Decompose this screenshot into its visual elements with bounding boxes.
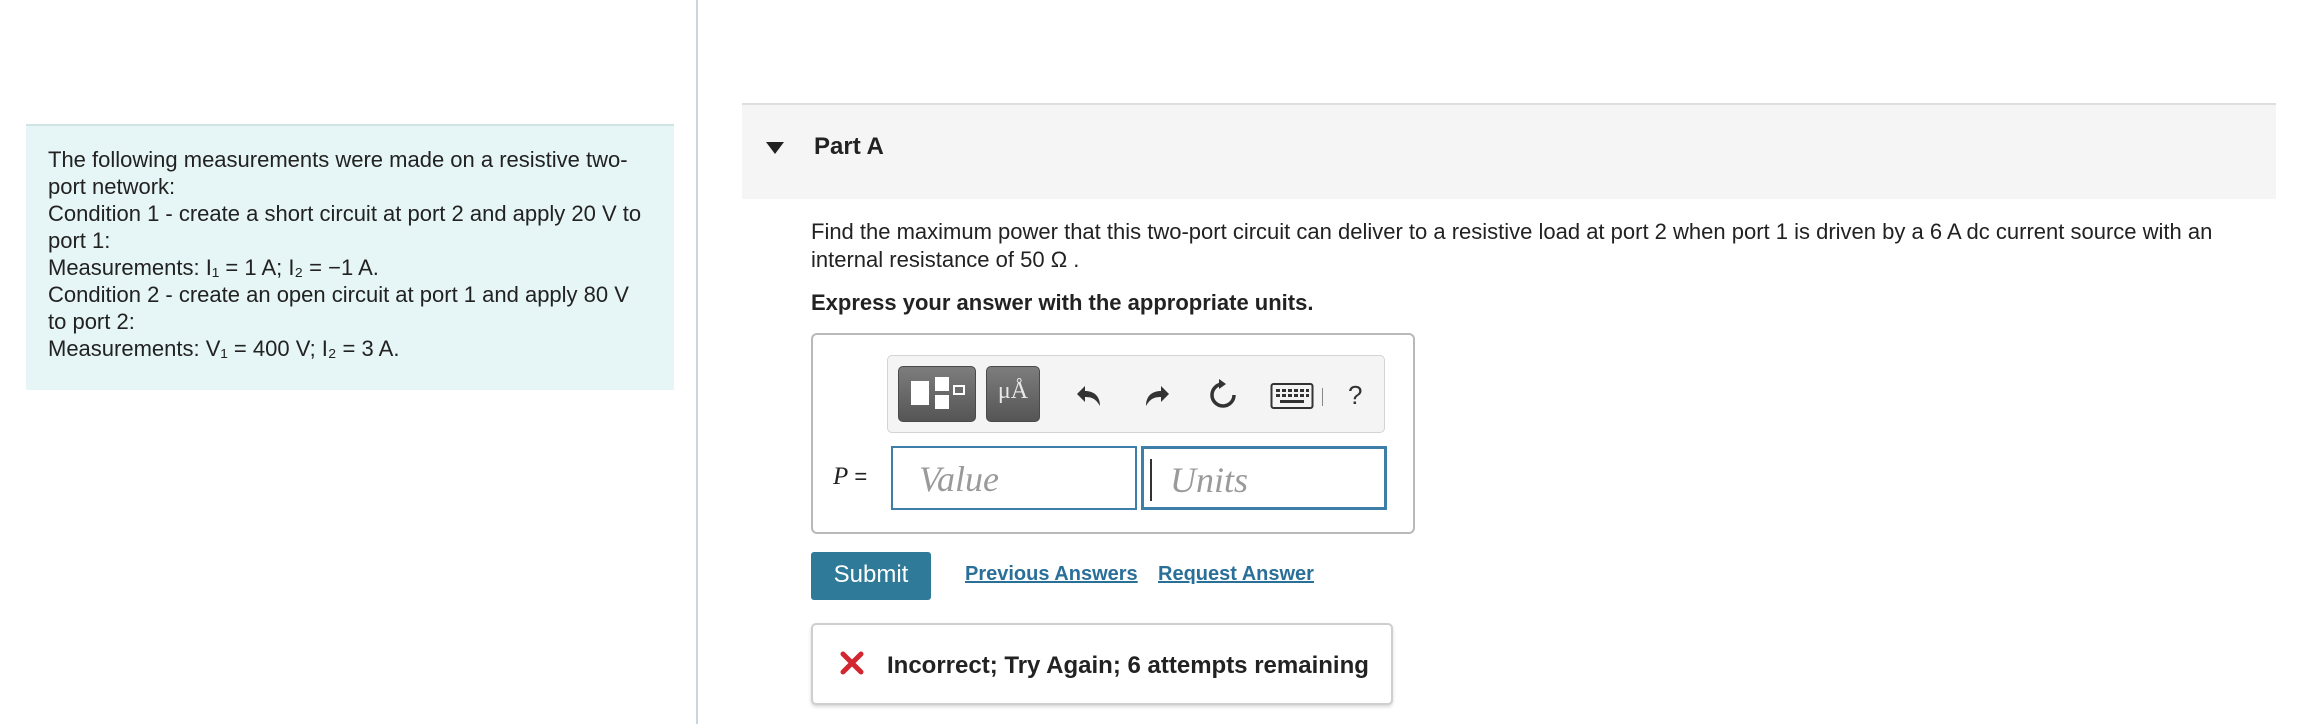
column-divider [696, 0, 698, 724]
variable-symbol: P [833, 463, 849, 490]
math-toolbar: μÅ ? [887, 355, 1385, 433]
question-text: Find the maximum power that this two-por… [811, 218, 2251, 274]
part-title: Part A [814, 133, 884, 160]
feedback-message: Incorrect; Try Again; 6 attempts remaini… [811, 623, 1393, 705]
units-input[interactable]: Units [1141, 446, 1387, 510]
submit-button[interactable]: Submit [811, 552, 931, 600]
problem-line: Measurements: I₁ = 1 A; I₂ = −1 A. [48, 255, 379, 280]
x-icon [839, 650, 865, 676]
text-cursor [1150, 459, 1152, 501]
question-line: internal resistance of 50 Ω . [811, 247, 1080, 272]
keyboard-icon[interactable] [1270, 382, 1314, 416]
units-button[interactable]: μÅ [986, 366, 1040, 422]
problem-column: The following measurements were made on … [0, 0, 696, 724]
answer-variable-label: P = [833, 463, 867, 491]
problem-line: port network: [48, 174, 176, 199]
toolbar-separator [1322, 388, 1323, 406]
templates-button[interactable] [898, 366, 976, 422]
problem-line: to port 2: [48, 309, 135, 334]
request-answer-link[interactable]: Request Answer [1158, 563, 1314, 586]
problem-line: The following measurements were made on … [48, 147, 628, 172]
value-placeholder: Value [919, 459, 999, 499]
feedback-text: Incorrect; Try Again; 6 attempts remaini… [887, 652, 1369, 679]
units-placeholder: Units [1170, 460, 1249, 500]
redo-icon[interactable] [1138, 378, 1172, 412]
equals-sign: = [854, 464, 868, 489]
problem-line: port 1: [48, 228, 111, 253]
undo-icon[interactable] [1074, 378, 1108, 412]
previous-answers-link[interactable]: Previous Answers [965, 563, 1138, 586]
help-icon[interactable]: ? [1348, 380, 1362, 411]
value-input[interactable]: Value [891, 446, 1137, 510]
reset-icon[interactable] [1206, 378, 1240, 412]
question-line: Find the maximum power that this two-por… [811, 219, 2213, 244]
collapse-caret-icon[interactable] [766, 142, 784, 154]
answer-box: μÅ ? P = Value Units [811, 333, 1415, 534]
problem-line: Measurements: V₁ = 400 V; I₂ = 3 A. [48, 336, 400, 361]
problem-line: Condition 2 - create an open circuit at … [48, 282, 629, 307]
units-icon: μÅ [997, 378, 1029, 404]
problem-line: Condition 1 - create a short circuit at … [48, 201, 642, 226]
part-header[interactable]: Part A [742, 103, 2276, 199]
problem-statement: The following measurements were made on … [26, 124, 674, 390]
answer-instruction: Express your answer with the appropriate… [811, 290, 1314, 315]
